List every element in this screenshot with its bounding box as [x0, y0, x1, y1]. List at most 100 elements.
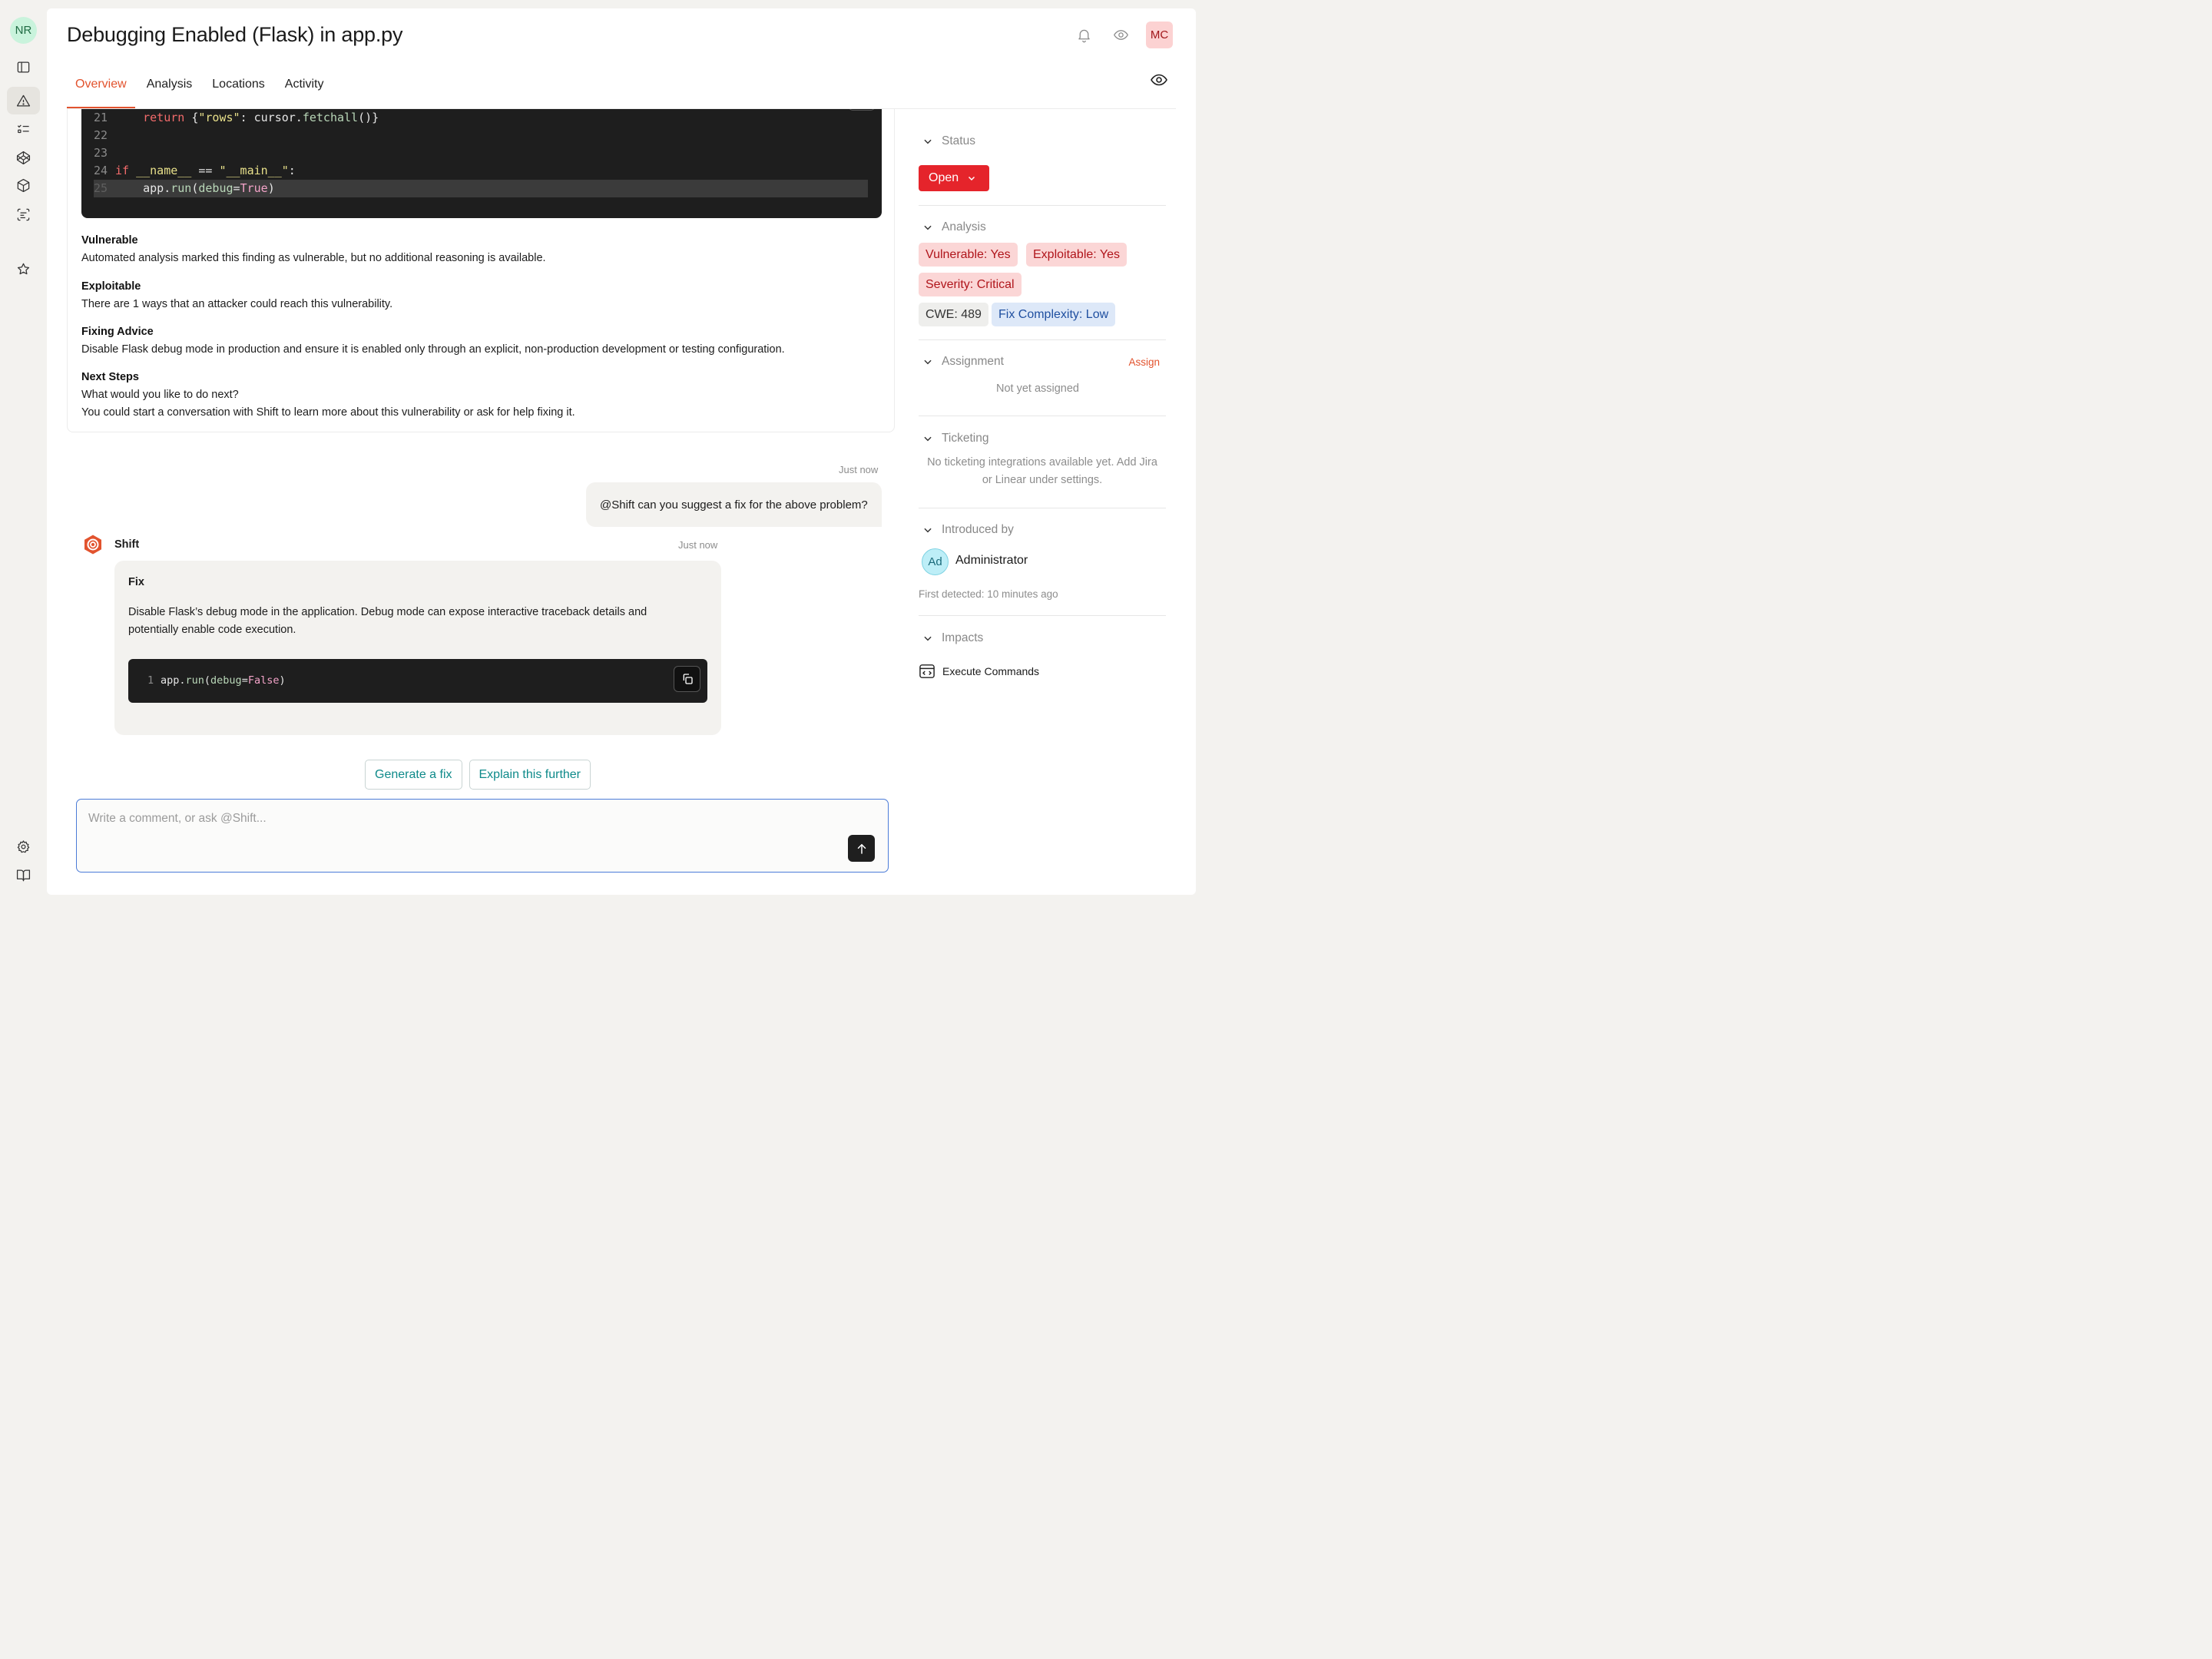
- warning-icon: [16, 94, 31, 106]
- chevron-down-icon: [924, 359, 932, 365]
- code-line: 23: [94, 146, 108, 160]
- shift-logo-icon: [84, 535, 101, 555]
- comment-input[interactable]: [77, 800, 888, 872]
- cwe-tag: CWE: 489: [919, 303, 988, 326]
- section-title: Fixing Advice: [81, 326, 154, 338]
- section-text: What would you like to do next?: [81, 389, 239, 401]
- tab-bar: Overview Analysis Locations Activity: [67, 70, 335, 108]
- fix-code-block: 1 app.run(debug=False): [128, 659, 707, 703]
- copy-fix-button[interactable]: [674, 666, 700, 692]
- section-title: Next Steps: [81, 371, 139, 383]
- divider: [919, 205, 1166, 206]
- bot-message-heading: Fix: [128, 576, 144, 588]
- divider: [919, 339, 1166, 340]
- explain-further-button[interactable]: Explain this further: [469, 760, 591, 790]
- overview-content[interactable]: 21 return {"rows": cursor.fetchall()} 22…: [67, 109, 895, 885]
- bot-message: Fix Disable Flask’s debug mode in the ap…: [114, 561, 721, 735]
- suggestion-chips: Generate a fix Explain this further: [365, 760, 591, 790]
- chevron-down-icon: [924, 636, 932, 641]
- section-text: There are 1 ways that an attacker could …: [81, 298, 393, 310]
- code-line: 24 if __name__ == "__main__":: [94, 164, 296, 177]
- analysis-toggle[interactable]: Analysis: [919, 219, 986, 236]
- nav-checklist-button[interactable]: [7, 115, 40, 143]
- terminal-window-icon: [919, 664, 935, 678]
- divider: [919, 615, 1166, 616]
- assign-button[interactable]: Assign: [1128, 356, 1160, 368]
- status-toggle[interactable]: Status: [919, 133, 975, 150]
- first-detected: First detected: 10 minutes ago: [919, 588, 1058, 600]
- code-snippet: 21 return {"rows": cursor.fetchall()} 22…: [81, 109, 882, 218]
- star-icon: [17, 263, 30, 274]
- code-line: 22: [94, 128, 108, 142]
- tab-activity[interactable]: Activity: [276, 70, 333, 108]
- vulnerable-section: Vulnerable Automated analysis marked thi…: [81, 232, 546, 267]
- chevron-down-icon: [969, 176, 975, 181]
- header-actions: MC: [1071, 22, 1173, 48]
- codepen-icon: [16, 151, 31, 164]
- workspace-avatar[interactable]: NR: [10, 17, 37, 44]
- page-title: Debugging Enabled (Flask) in app.py: [67, 23, 403, 46]
- impacts-toggle[interactable]: Impacts: [919, 630, 983, 647]
- next-steps-section: Next Steps What would you like to do nex…: [81, 369, 575, 422]
- left-rail: NR: [0, 0, 47, 903]
- vulnerable-tag: Vulnerable: Yes: [919, 243, 1018, 267]
- section-text: You could start a conversation with Shif…: [81, 406, 575, 419]
- bot-name: Shift: [114, 538, 140, 551]
- sidebar-panel-icon: [17, 61, 30, 72]
- code-line-highlighted: 25 app.run(debug=True): [94, 180, 868, 197]
- nav-scan-button[interactable]: [7, 200, 40, 228]
- eye-icon: [1114, 30, 1128, 40]
- exploitable-tag: Exploitable: Yes: [1026, 243, 1127, 267]
- assignment-toggle[interactable]: Assignment: [919, 353, 1004, 370]
- nav-packages-button[interactable]: [7, 171, 40, 199]
- section-text: Disable Flask debug mode in production a…: [81, 343, 785, 356]
- severity-tag: Severity: Critical: [919, 273, 1022, 296]
- ticketing-toggle[interactable]: Ticketing: [919, 430, 988, 447]
- bell-icon: [1078, 29, 1090, 43]
- nav-codepen-button[interactable]: [7, 144, 40, 171]
- tab-analysis[interactable]: Analysis: [138, 70, 201, 108]
- ticketing-empty: No ticketing integrations available yet.…: [927, 456, 1157, 486]
- nav-settings-button[interactable]: [7, 833, 40, 860]
- exploitable-section: Exploitable There are 1 ways that an att…: [81, 278, 392, 313]
- status-dropdown[interactable]: Open: [919, 165, 989, 191]
- code-line: 21 return {"rows": cursor.fetchall()}: [94, 111, 379, 124]
- bot-message-text: Disable Flask’s debug mode in the applic…: [128, 606, 647, 636]
- user-avatar[interactable]: MC: [1146, 22, 1173, 48]
- chevron-down-icon: [924, 225, 932, 230]
- nav-favorites-button[interactable]: [7, 255, 40, 283]
- chevron-down-icon: [924, 139, 932, 144]
- section-title: Vulnerable: [81, 234, 138, 247]
- introducer-avatar: Ad: [922, 548, 949, 575]
- bot-timestamp: Just now: [678, 539, 718, 551]
- eye-icon[interactable]: [1150, 71, 1168, 89]
- chevron-down-icon: [924, 436, 932, 442]
- fixing-advice-section: Fixing Advice Disable Flask debug mode i…: [81, 323, 785, 359]
- sidebar-toggle-button[interactable]: [7, 53, 40, 81]
- arrow-up-icon: [857, 843, 866, 854]
- message-timestamp: Just now: [839, 464, 879, 475]
- user-message: @Shift can you suggest a fix for the abo…: [586, 482, 882, 527]
- tab-overview[interactable]: Overview: [67, 70, 135, 108]
- tab-locations[interactable]: Locations: [204, 70, 273, 108]
- checklist-icon: [17, 124, 29, 133]
- gear-icon: [17, 839, 30, 853]
- nav-findings-button[interactable]: [7, 87, 40, 114]
- introduced-toggle[interactable]: Introduced by: [919, 522, 1014, 538]
- generate-fix-button[interactable]: Generate a fix: [365, 760, 462, 790]
- finding-panel: Debugging Enabled (Flask) in app.py MC O…: [47, 8, 1196, 895]
- copy-icon: [683, 674, 693, 684]
- impact-item: Execute Commands: [942, 665, 1040, 677]
- scan-text-icon: [17, 208, 30, 220]
- chevron-down-icon: [924, 528, 932, 533]
- introducer-name: Administrator: [955, 554, 1028, 567]
- notifications-button[interactable]: [1071, 22, 1098, 48]
- package-icon: [17, 178, 30, 192]
- watch-button[interactable]: [1108, 22, 1134, 48]
- nav-docs-button[interactable]: [7, 861, 40, 889]
- fix-complexity-tag: Fix Complexity: Low: [992, 303, 1116, 326]
- section-title: Exploitable: [81, 280, 141, 293]
- send-button[interactable]: [848, 835, 875, 862]
- section-text: Automated analysis marked this finding a…: [81, 252, 546, 264]
- assignment-empty: Not yet assigned: [995, 382, 1079, 395]
